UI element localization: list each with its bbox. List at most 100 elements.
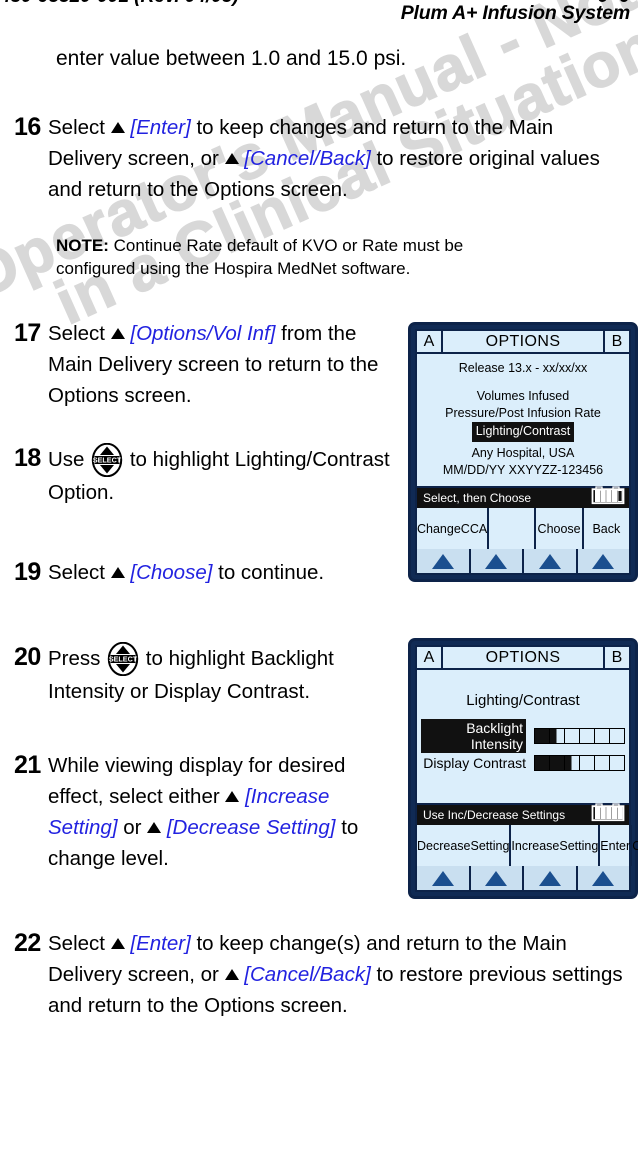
menu-item-volumes-infused[interactable]: Volumes Infused xyxy=(421,388,625,405)
softkey-arrow-1[interactable] xyxy=(417,866,471,890)
softkey-arrow-4[interactable] xyxy=(578,549,630,573)
up-triangle-icon xyxy=(225,791,240,802)
options-softkey-row: Change CCA Choose Back xyxy=(415,508,631,549)
lighting-arrow-row xyxy=(415,866,631,892)
up-triangle-icon xyxy=(110,122,125,133)
meter-segment xyxy=(535,756,550,770)
softkey-change-cca[interactable]: Change CCA xyxy=(417,508,490,549)
softkey-reference: [Decrease Setting] xyxy=(166,816,336,839)
step-number: 17 xyxy=(14,319,41,347)
meter-segment xyxy=(535,729,550,743)
softkey-label-line: Decrease xyxy=(417,838,471,853)
lighting-body: Lighting/Contrast Backlight Intensity Di… xyxy=(415,670,631,805)
screen-title: OPTIONS xyxy=(485,332,561,350)
channel-a-indicator[interactable]: A xyxy=(417,647,443,668)
channel-a-indicator[interactable]: A xyxy=(417,331,443,352)
channel-b-indicator[interactable]: B xyxy=(603,647,629,668)
softkey-arrow-1[interactable] xyxy=(417,549,471,573)
options-titlebar: A OPTIONS B xyxy=(415,329,631,354)
meter-segment xyxy=(550,729,565,743)
display-contrast-meter[interactable] xyxy=(534,755,625,771)
footer-document-number: 430-95520-001 (Rev. 04/05) xyxy=(0,0,239,8)
setting-row-display-contrast[interactable]: Display Contrast xyxy=(421,755,625,771)
meter-segment xyxy=(595,756,610,770)
text-run: or xyxy=(117,816,148,839)
lighting-status-bar: Use Inc/Decrease Settings xyxy=(415,803,631,827)
softkey-label-line: Setting xyxy=(559,838,599,853)
meter-segment xyxy=(610,729,624,743)
softkey-enter[interactable]: Enter xyxy=(600,825,633,866)
softkey-label-line: Choose xyxy=(537,521,581,536)
softkey-arrow-4[interactable] xyxy=(578,866,630,890)
channel-b-indicator[interactable]: B xyxy=(603,331,629,352)
softkey-back[interactable]: Back xyxy=(584,508,629,549)
step-16: 16 Select [Enter] to keep changes and re… xyxy=(14,112,624,205)
menu-item-pressure-post-infusion-rate[interactable]: Pressure/Post Infusion Rate xyxy=(421,405,625,422)
step-text: Select [Enter] to keep changes and retur… xyxy=(48,112,624,205)
step-number: 21 xyxy=(14,751,41,779)
up-triangle-icon xyxy=(485,870,508,886)
lead-text: enter value between 1.0 and 15.0 psi. xyxy=(56,47,407,70)
softkey-choose[interactable]: Choose xyxy=(536,508,584,549)
menu-item-lighting-contrast[interactable]: Lighting/Contrast xyxy=(421,422,625,442)
up-triangle-icon xyxy=(110,328,125,339)
step-20: 20 Press SELECT to highlight Backlight I… xyxy=(14,642,409,707)
softkey-arrow-3[interactable] xyxy=(524,549,578,573)
setting-label-highlighted: Backlight Intensity xyxy=(421,719,526,753)
svg-text:SELECT: SELECT xyxy=(109,655,138,664)
softkey-label-line: Setting xyxy=(470,838,510,853)
setting-row-backlight-intensity[interactable]: Backlight Intensity xyxy=(421,719,625,753)
step-19: 19 Select [Choose] to continue. xyxy=(14,557,414,588)
note-text: Continue Rate default of KVO or Rate mus… xyxy=(56,236,464,278)
softkey-arrow-3[interactable] xyxy=(524,866,578,890)
backlight-intensity-meter[interactable] xyxy=(534,728,625,744)
lighting-softkey-row: DecreaseSetting IncreaseSetting Enter Ca… xyxy=(415,825,638,866)
step-text: While viewing display for desired effect… xyxy=(48,750,404,874)
text-run: Select xyxy=(48,932,111,955)
options-body: Release 13.x - xx/xx/xx Volumes Infused … xyxy=(415,354,631,488)
step-text: Select [Choose] to continue. xyxy=(48,557,324,588)
softkey-increase-setting[interactable]: Increase Setting xyxy=(511,825,601,866)
softkey-arrow-2[interactable] xyxy=(471,866,524,890)
softkey-label-line: Back xyxy=(592,521,621,536)
step-18: 18 Use SELECT to highlight Lighting/Cont… xyxy=(14,443,404,508)
up-triangle-icon xyxy=(431,553,454,569)
device-screen-options: A OPTIONS B Release 13.x - xx/xx/xx Volu… xyxy=(408,322,638,582)
softkey-blank[interactable] xyxy=(489,508,537,549)
text-run: Select xyxy=(48,322,111,345)
menu-item-label: Volumes Infused xyxy=(476,389,570,403)
up-triangle-icon xyxy=(431,870,454,886)
footer-page-number: 6- 9 xyxy=(597,0,630,8)
meter-segment xyxy=(580,729,595,743)
note-label: NOTE: xyxy=(56,236,109,255)
svg-text:SELECT: SELECT xyxy=(93,456,122,465)
softkey-reference: [Cancel/Back] xyxy=(244,147,371,170)
step-text: Select [Enter] to keep change(s) and ret… xyxy=(48,928,629,1021)
softkey-label-line: Enter xyxy=(600,838,631,853)
lighting-heading: Lighting/Contrast xyxy=(466,692,580,709)
softkey-reference: [Cancel/Back] xyxy=(244,963,371,986)
step-22: 22 Select [Enter] to keep change(s) and … xyxy=(14,928,629,1021)
step-text: Press SELECT to highlight Backlight Inte… xyxy=(48,642,409,707)
step-number: 18 xyxy=(14,444,41,472)
softkey-label-line: CCA xyxy=(460,521,488,536)
menu-item-label: Pressure/Post Infusion Rate xyxy=(445,406,601,420)
softkey-arrow-2[interactable] xyxy=(471,549,524,573)
device-id-line: MM/DD/YY XXYYZZ-123456 xyxy=(442,463,604,477)
up-triangle-icon xyxy=(110,567,125,578)
text-run: Select xyxy=(48,116,111,139)
softkey-decrease-setting[interactable]: Decrease Setting xyxy=(417,825,512,866)
step-text: Select [Options/Vol Inf] from the Main D… xyxy=(48,318,404,411)
softkey-reference: [Options/Vol Inf] xyxy=(130,322,276,345)
facility-line: Any Hospital, USA xyxy=(471,446,575,460)
softkey-label-line: Cancel/ xyxy=(632,838,638,853)
softkey-reference: [Enter] xyxy=(130,116,191,139)
text-run: Use xyxy=(48,448,91,471)
up-triangle-icon xyxy=(592,553,615,569)
status-text: Use Inc/Decrease Settings xyxy=(423,808,566,822)
select-key-icon: SELECT xyxy=(91,443,123,477)
softkey-cancel-back[interactable]: Cancel/Back xyxy=(632,825,638,866)
setting-label: Display Contrast xyxy=(423,755,526,771)
up-triangle-icon xyxy=(147,822,162,833)
battery-icon xyxy=(591,803,625,827)
